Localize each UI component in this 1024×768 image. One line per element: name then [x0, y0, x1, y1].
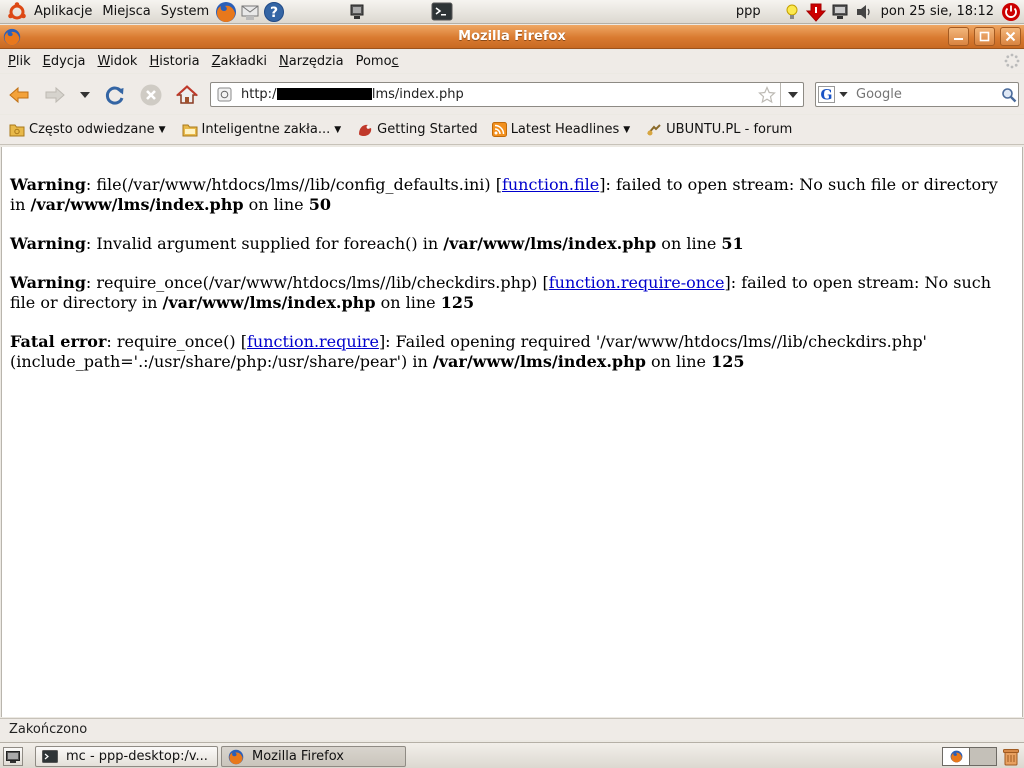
bookmark-most-visited[interactable]: Często odwiedzane ▼	[5, 118, 170, 142]
throbber-icon	[1004, 53, 1020, 73]
firefox-icon	[228, 749, 244, 764]
desktop-icon	[6, 750, 20, 763]
lightbulb-icon[interactable]	[781, 1, 803, 23]
url-history-dropdown-button[interactable]	[780, 83, 804, 106]
url-redaction	[277, 88, 372, 100]
forward-arrow-icon	[45, 86, 65, 104]
chevron-down-icon	[80, 92, 90, 98]
php-function-link[interactable]: function.require-once	[549, 273, 725, 292]
menu-bookmarks[interactable]: Zakładki	[206, 50, 273, 73]
chevron-down-icon: ▼	[158, 124, 166, 135]
terminal-icon	[42, 749, 58, 763]
menu-bar: Plik Edycja Widok Historia Zakładki Narz…	[0, 50, 1024, 73]
home-button[interactable]	[173, 81, 201, 109]
taskbar-item-terminal[interactable]: mc - ppp-desktop:/v...	[35, 746, 218, 767]
reload-button[interactable]	[101, 81, 129, 109]
search-input[interactable]	[856, 85, 996, 104]
status-text: Zakończono	[9, 722, 88, 737]
firefox-launcher-icon[interactable]	[215, 1, 237, 23]
workspace-switcher[interactable]	[942, 747, 997, 766]
menu-tools[interactable]: Narzędzia	[273, 50, 350, 73]
network-monitor-icon[interactable]	[346, 1, 368, 23]
php-function-link[interactable]: function.require	[247, 332, 379, 351]
user-name[interactable]: ppp	[731, 0, 766, 24]
system-menu[interactable]: System	[156, 0, 214, 24]
reload-icon	[105, 86, 124, 105]
bookmark-getting-started[interactable]: Getting Started	[353, 118, 482, 142]
history-dropdown-button[interactable]	[72, 81, 98, 109]
close-icon	[1005, 31, 1016, 42]
top-panel: Aplikacje Miejsca System ? ppp pon 25 si…	[0, 0, 1024, 24]
firefox-icon	[950, 750, 962, 763]
menu-help[interactable]: Pomoc	[350, 50, 405, 73]
stop-icon	[140, 84, 162, 106]
taskbar-item-firefox[interactable]: Mozilla Firefox	[221, 746, 406, 767]
back-button[interactable]	[5, 81, 33, 109]
bottom-panel: mc - ppp-desktop:/v... Mozilla Firefox	[0, 742, 1024, 768]
applications-menu[interactable]: Aplikacje	[29, 0, 97, 24]
close-button[interactable]	[1000, 27, 1021, 46]
svg-text:?: ?	[270, 5, 278, 21]
php-function-link[interactable]: function.file	[502, 175, 599, 194]
folder-icon	[9, 124, 25, 136]
search-icon[interactable]	[1001, 87, 1017, 107]
trash-icon[interactable]	[1002, 747, 1020, 768]
page-content: Warning: file(/var/www/htdocs/lms//lib/c…	[1, 147, 1023, 717]
minimize-button[interactable]	[948, 27, 969, 46]
bookmarks-toolbar: Często odwiedzane ▼ Inteligentne zakła..…	[0, 115, 1024, 145]
php-warning-3: Warning: require_once(/var/www/htdocs/lm…	[10, 273, 992, 312]
network-status-icon[interactable]	[829, 1, 851, 23]
back-arrow-icon	[9, 86, 29, 104]
folder-icon	[182, 124, 198, 136]
volume-icon[interactable]	[853, 1, 875, 23]
bookmark-smart-bookmarks[interactable]: Inteligentne zakła... ▼	[178, 118, 346, 142]
update-notifier-icon[interactable]	[805, 1, 827, 23]
menu-file[interactable]: Plik	[2, 50, 37, 73]
firefox-bookmark-icon	[359, 124, 372, 136]
ubuntu-logo-icon[interactable]	[6, 1, 28, 23]
search-bar[interactable]: G	[815, 82, 1019, 107]
bookmark-ubuntu-forum[interactable]: UBUNTU.PL - forum	[642, 118, 796, 142]
clock[interactable]: pon 25 sie, 18:12	[876, 0, 999, 24]
minimize-icon	[954, 38, 963, 40]
google-logo-icon: G	[818, 86, 835, 103]
status-bar: Zakończono	[0, 718, 1024, 740]
terminal-launcher-icon[interactable]	[431, 1, 453, 23]
mail-launcher-icon[interactable]	[239, 1, 261, 23]
menu-view[interactable]: Widok	[92, 50, 144, 73]
bookmark-star-icon[interactable]	[758, 86, 776, 108]
php-fatal-error: Fatal error: require_once() [function.re…	[10, 332, 927, 371]
forward-button[interactable]	[41, 81, 69, 109]
chevron-down-icon: ▼	[334, 124, 342, 135]
site-identity-icon[interactable]	[217, 87, 232, 106]
places-menu[interactable]: Miejsca	[97, 0, 155, 24]
php-warning-1: Warning: file(/var/www/htdocs/lms//lib/c…	[10, 175, 998, 214]
window-titlebar[interactable]: Mozilla Firefox	[0, 25, 1024, 49]
maximize-button[interactable]	[974, 27, 995, 46]
menu-edit[interactable]: Edycja	[37, 50, 92, 73]
window-title: Mozilla Firefox	[458, 29, 566, 44]
home-icon	[176, 85, 198, 104]
chevron-down-icon	[787, 91, 798, 98]
php-warning-2: Warning: Invalid argument supplied for f…	[10, 234, 744, 253]
search-engine-button[interactable]: G	[818, 85, 852, 104]
workspace-1[interactable]	[943, 748, 970, 765]
svg-text:G: G	[821, 88, 833, 104]
shutdown-icon[interactable]	[1000, 1, 1022, 23]
rss-feed-icon	[491, 122, 507, 137]
chevron-down-icon	[839, 92, 848, 97]
chevron-down-icon: ▼	[623, 124, 631, 135]
maximize-icon	[979, 31, 990, 42]
help-launcher-icon[interactable]: ?	[263, 1, 285, 23]
stop-button[interactable]	[137, 81, 165, 109]
menu-history[interactable]: Historia	[143, 50, 205, 73]
show-desktop-button[interactable]	[3, 747, 23, 766]
workspace-2[interactable]	[970, 748, 996, 765]
bookmark-site-icon	[647, 123, 661, 135]
bookmark-latest-headlines[interactable]: Latest Headlines ▼	[488, 118, 634, 142]
